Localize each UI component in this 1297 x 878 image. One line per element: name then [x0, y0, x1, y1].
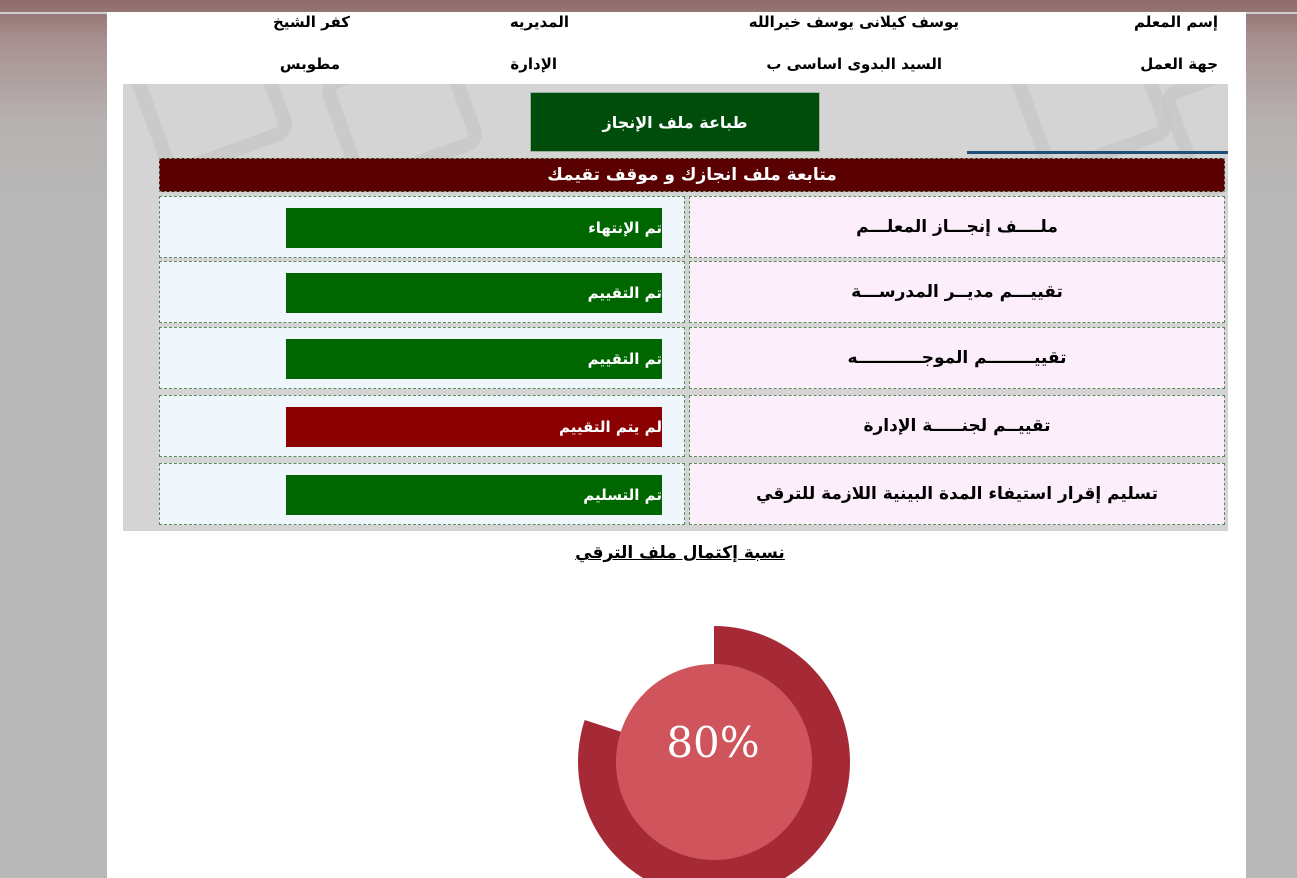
completion-percent: 80% — [666, 718, 760, 767]
status-badge: تم الإنتهاء — [286, 208, 662, 248]
row-label-principal-eval: تقييـــم مديــر المدرســـة — [689, 261, 1225, 323]
status-cell: تم التقييم — [159, 261, 685, 323]
row-label-declaration: تسليم إقرار استيفاء المدة البينية اللازم… — [689, 463, 1225, 525]
row-label-supervisor-eval: تقييــــــــم الموجـــــــــــه — [689, 327, 1225, 389]
row-label-portfolio: ملــــف إنجـــاز المعلـــم — [689, 196, 1225, 258]
completion-label: نسبة إكتمال ملف الترقي — [575, 543, 785, 563]
teacher-name: يوسف كيلانى يوسف خيرالله — [748, 13, 959, 31]
status-cell: تم التسليم — [159, 463, 685, 525]
status-cell: تم الإنتهاء — [159, 196, 685, 258]
row-label-committee-eval: تقييــم لجنـــــة الإدارة — [689, 395, 1225, 457]
administration-value: مطوبس — [279, 55, 340, 73]
directorate-label: المديريه — [509, 13, 569, 31]
table-title: متابعة ملف انجازك و موقف تقيمك — [159, 158, 1225, 192]
status-badge: تم التقييم — [286, 339, 662, 379]
status-badge: تم التسليم — [286, 475, 662, 515]
workplace-value: السيد البدوى اساسى ب — [766, 55, 942, 73]
workplace-label: جهة العمل — [1140, 55, 1218, 73]
divider-line — [967, 151, 1228, 154]
administration-label: الإدارة — [510, 55, 557, 73]
print-portfolio-button[interactable]: طباعة ملف الإنجاز — [530, 92, 820, 152]
status-badge: لم يتم التقييم — [286, 407, 662, 447]
status-cell: تم التقييم — [159, 327, 685, 389]
status-badge: تم التقييم — [286, 273, 662, 313]
teacher-label: إسم المعلم — [1133, 13, 1218, 31]
status-cell: لم يتم التقييم — [159, 395, 685, 457]
directorate-value: كفر الشيخ — [272, 13, 350, 31]
